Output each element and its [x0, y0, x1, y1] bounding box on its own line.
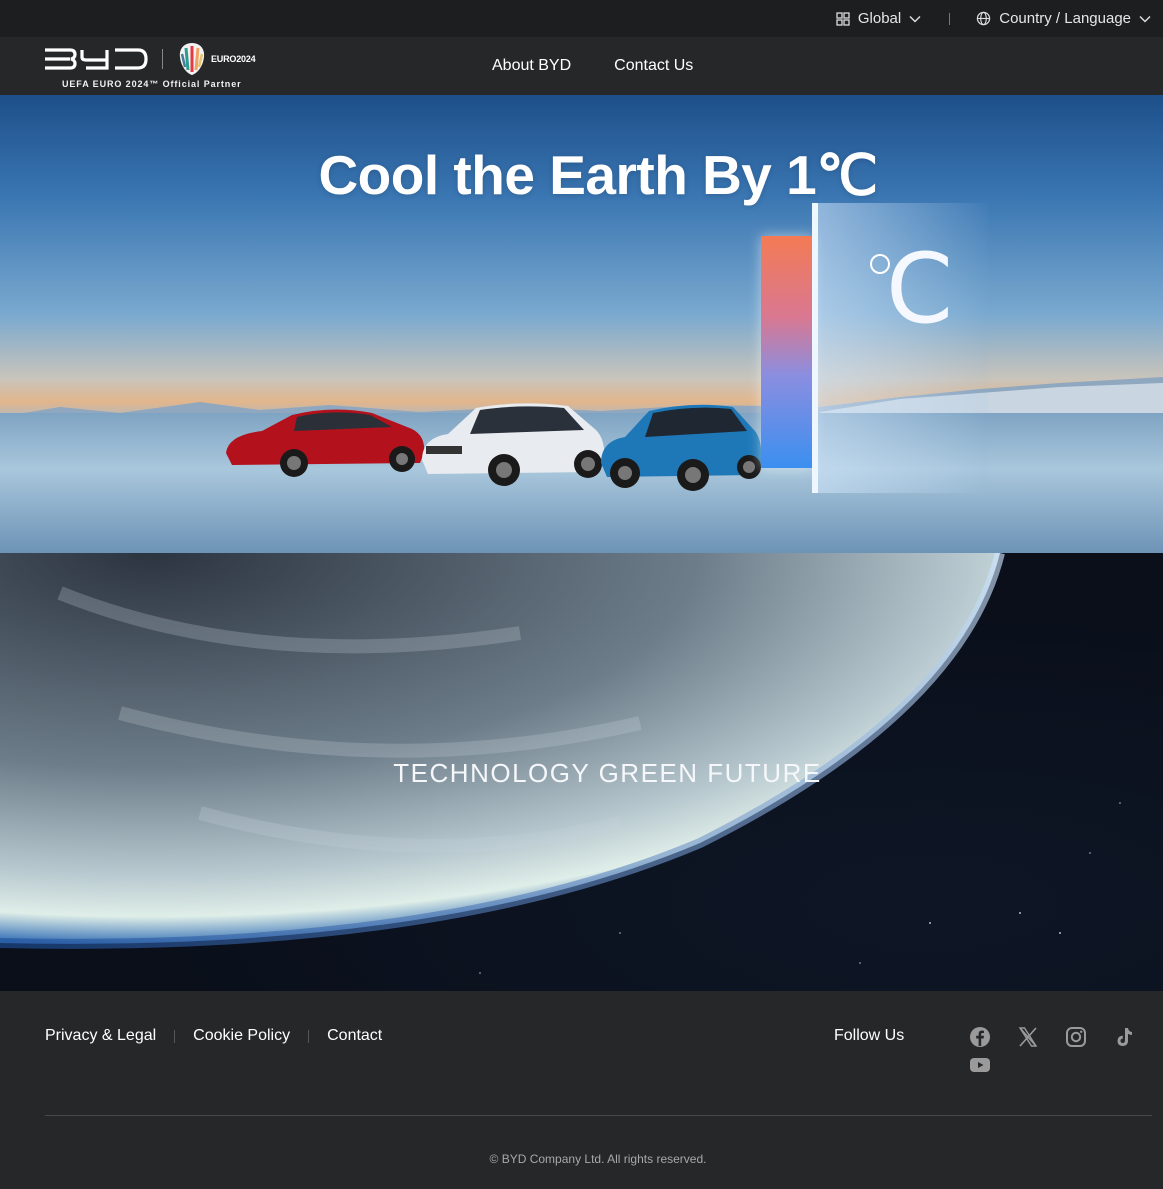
footer-link-separator — [308, 1029, 310, 1043]
logo-link[interactable]: EURO2024 UEFA EURO 2024™ Official Partne… — [44, 41, 264, 93]
door-frame — [812, 203, 818, 493]
x-icon[interactable] — [1016, 1025, 1040, 1049]
hero-title: Cool the Earth By 1℃ — [318, 144, 878, 206]
partner-tagline: UEFA EURO 2024™ Official Partner — [62, 79, 242, 89]
footer-divider — [45, 1115, 1152, 1116]
globe-icon — [977, 11, 991, 26]
topbar-separator — [949, 12, 951, 25]
white-suv-image — [422, 403, 605, 486]
blue-suv-image — [601, 404, 762, 491]
footer-links: Privacy & Legal Cookie Policy Contact — [45, 1027, 382, 1045]
follow-us-label: Follow Us — [834, 1027, 905, 1044]
site-header: EURO2024 UEFA EURO 2024™ Official Partne… — [0, 37, 1163, 95]
region-selector[interactable]: Global — [836, 10, 921, 27]
tiktok-icon[interactable] — [1112, 1025, 1136, 1049]
chevron-down-icon — [1139, 15, 1151, 23]
copyright-text: © BYD Company Ltd. All rights reserved. — [489, 1152, 707, 1166]
footer-link-contact[interactable]: Contact — [327, 1027, 382, 1045]
euro2024-logo: EURO2024 — [177, 42, 256, 76]
nav-contact-us[interactable]: Contact Us — [614, 57, 693, 75]
byd-logo — [45, 48, 148, 70]
gradient-door-panel — [761, 236, 813, 468]
site-footer: Privacy & Legal Cookie Policy Contact Fo… — [0, 991, 1163, 1189]
euro-logo-text: EURO2024 — [211, 53, 256, 64]
language-label: Country / Language — [999, 10, 1131, 27]
red-sedan-image — [226, 409, 425, 477]
earth-banner[interactable]: TECHNOLOGY GREEN FUTURE — [0, 553, 1163, 991]
region-label: Global — [857, 10, 902, 27]
footer-link-separator — [174, 1029, 176, 1043]
footer-link-cookie-policy[interactable]: Cookie Policy — [193, 1027, 290, 1045]
hero-banner[interactable]: C Cool the Earth By 1℃ — [0, 95, 1163, 553]
celsius-letter: C — [886, 233, 954, 345]
footer-link-privacy-legal[interactable]: Privacy & Legal — [45, 1027, 156, 1045]
youtube-icon[interactable] — [968, 1055, 992, 1075]
grid-icon — [836, 11, 850, 26]
logo-divider — [162, 49, 163, 69]
euro-trophy-icon — [179, 43, 205, 75]
earth-slogan: TECHNOLOGY GREEN FUTURE — [393, 758, 822, 788]
main-nav: About BYD Contact Us — [492, 37, 693, 95]
facebook-icon[interactable] — [968, 1025, 992, 1049]
top-utility-bar: Global Country / Language — [0, 0, 1163, 37]
instagram-icon[interactable] — [1064, 1025, 1088, 1049]
language-selector[interactable]: Country / Language — [976, 10, 1151, 27]
nav-about-byd[interactable]: About BYD — [492, 57, 571, 75]
chevron-down-icon — [909, 15, 921, 23]
